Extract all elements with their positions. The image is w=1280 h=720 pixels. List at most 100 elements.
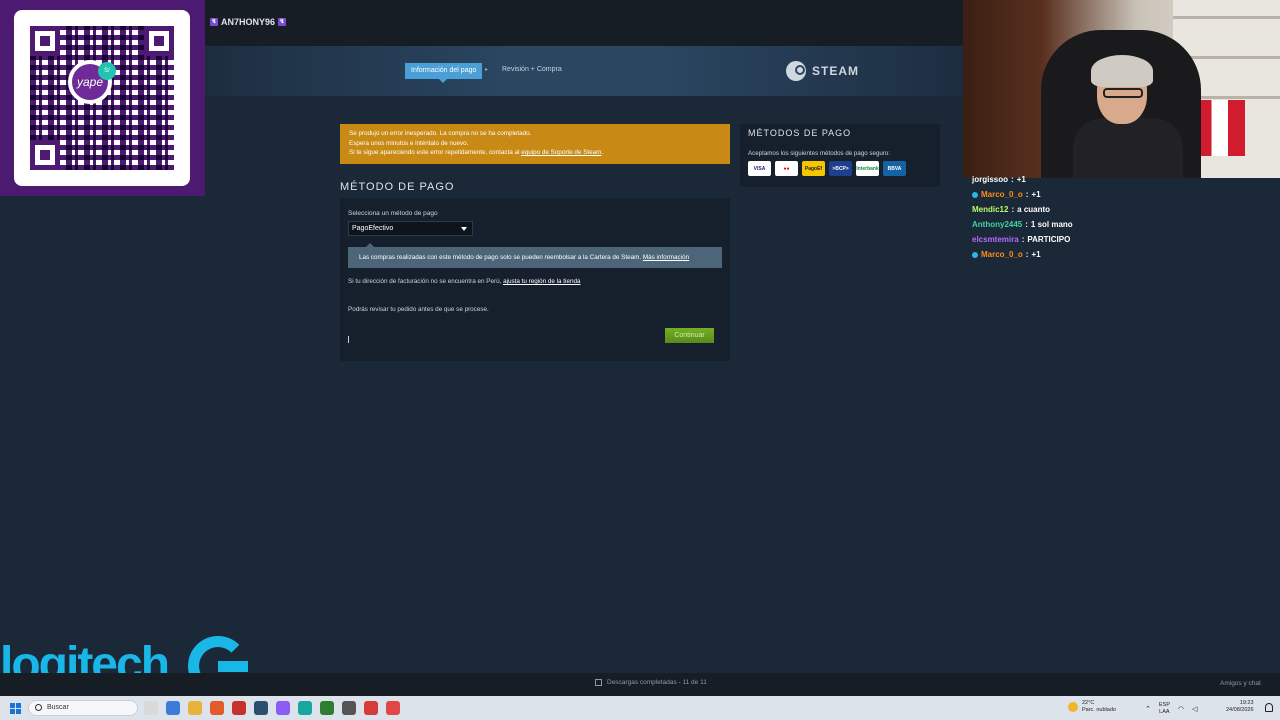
chat-username[interactable]: elcsmtemira — [972, 232, 1019, 247]
taskbar-app-icon[interactable] — [254, 701, 268, 715]
continue-button[interactable]: Continuar — [665, 328, 714, 343]
refund-info-text: Las compras realizadas con este método d… — [359, 254, 643, 261]
chat-separator: : — [1025, 220, 1028, 229]
payment-method-panel: Selecciona un método de pago PagoEfectiv… — [340, 198, 730, 361]
chat-separator: : — [1025, 190, 1029, 199]
chat-separator: : — [1011, 205, 1015, 214]
payment-methods-title: MÉTODOS DE PAGO — [748, 128, 852, 138]
webcam-feed — [963, 0, 1280, 178]
qr-corner-icon — [30, 140, 60, 170]
weather-desc: Parc. nublado — [1082, 707, 1116, 713]
streamer-hair — [1091, 55, 1153, 87]
chat-message: Anthony2445 : 1 sol mano — [972, 217, 1272, 232]
taskbar-app-icon[interactable] — [364, 701, 378, 715]
chat-text: PARTICIPO — [1027, 235, 1071, 244]
chat-username[interactable]: Mendic12 — [972, 202, 1008, 217]
taskbar-app-icon[interactable] — [320, 701, 334, 715]
error-line-3-end: . — [601, 149, 604, 156]
wifi-icon[interactable]: ◠ — [1178, 705, 1184, 713]
taskbar-app-icon[interactable] — [166, 701, 180, 715]
chat-text: 1 sol mano — [1030, 220, 1073, 229]
yape-qr-overlay: yape S/ — [0, 0, 205, 196]
weather-widget[interactable]: 22°C Parc. nublado — [1068, 700, 1116, 714]
error-line-1: Se produjo un error inesperado. La compr… — [349, 130, 532, 137]
system-tray: ⌃ ESP LAA ◠ ◁ — [1145, 702, 1197, 715]
chat-message: elcsmtemira : PARTICIPO — [972, 232, 1272, 247]
friends-chat-button[interactable]: Amigos y chat — [1220, 680, 1261, 687]
clock-date: 24/08/2026 — [1226, 707, 1254, 713]
qr-corner-icon — [144, 26, 174, 56]
chat-text: +1 — [1016, 175, 1026, 184]
stream-chat: jorgissoo : +1 Marco_0_o : +1 Mendic12 : a… — [972, 172, 1272, 262]
payment-card-logos: VISA ●● PagoEf >BCP> Interbank BBVA — [748, 161, 906, 176]
notification-bell-icon[interactable] — [1265, 703, 1273, 712]
chat-text: +1 — [1031, 250, 1041, 259]
downloads-text: Descargas completadas - 11 de 11 — [607, 679, 707, 686]
subscriber-badge-icon: ↯ — [278, 18, 287, 26]
taskbar-app-icon[interactable] — [210, 701, 224, 715]
payment-card-logo: ●● — [775, 161, 798, 176]
steam-wordmark: STEAM — [812, 64, 859, 78]
taskbar-app-icon[interactable] — [232, 701, 246, 715]
taskbar-app-icon[interactable] — [298, 701, 312, 715]
adjust-region-link[interactable]: ajusta tu región de la tienda — [503, 278, 580, 285]
chat-username[interactable]: Marco_0_o — [981, 247, 1023, 262]
streamer-shirt — [1073, 118, 1183, 178]
keyboard-layout: LAA — [1159, 708, 1170, 715]
partly-cloudy-icon — [1068, 702, 1078, 712]
chat-separator: : — [1021, 235, 1025, 244]
payment-select-label: Selecciona un método de pago — [348, 210, 438, 217]
chat-username[interactable]: Marco_0_o — [981, 187, 1023, 202]
peru-flag-icon — [1195, 100, 1245, 156]
taskbar-app-icon[interactable] — [144, 701, 158, 715]
yape-currency-badge: S/ — [98, 62, 116, 80]
taskbar-search-input[interactable]: Buscar — [28, 700, 138, 716]
taskbar-app-icon[interactable] — [188, 701, 202, 715]
chat-username[interactable]: jorgissoo — [972, 172, 1008, 187]
chat-username[interactable]: Anthony2445 — [972, 217, 1022, 232]
shelf-divider — [1173, 16, 1280, 19]
qr-corner-icon — [30, 26, 60, 56]
taskbar-clock[interactable]: 19:23 24/08/2026 — [1226, 700, 1254, 714]
chat-message: Mendic12 : a cuanto — [972, 202, 1272, 217]
payment-methods-panel: MÉTODOS DE PAGO Aceptamos los siguientes… — [740, 124, 940, 187]
taskbar-app-icon[interactable] — [386, 701, 400, 715]
error-line-3: Si te sigue apareciendo este error repet… — [349, 148, 721, 158]
region-notice: Si tu dirección de facturación no se enc… — [348, 278, 580, 285]
step-payment-info: Información del pago — [405, 63, 483, 83]
glasses-icon — [1103, 88, 1143, 98]
steam-logo-icon — [786, 61, 806, 81]
logitech-g-bar — [218, 661, 248, 672]
step-arrow-icon: ▸ — [485, 67, 489, 73]
volume-icon[interactable]: ◁ — [1192, 705, 1197, 713]
tray-chevron-icon[interactable]: ⌃ — [1145, 705, 1151, 713]
taskbar-app-icon[interactable] — [276, 701, 290, 715]
username-label[interactable]: ↯ AN7HONY96 ↯ — [210, 17, 287, 27]
search-icon — [35, 704, 42, 711]
payment-card-logo: >BCP> — [829, 161, 852, 176]
subscriber-badge-icon: ↯ — [210, 18, 218, 26]
chat-message: Marco_0_o : +1 — [972, 187, 1272, 202]
chat-message: jorgissoo : +1 — [972, 172, 1272, 187]
refund-info-notice: Las compras realizadas con este método d… — [348, 243, 722, 268]
review-notice: Podrás revisar tu pedido antes de que se… — [348, 306, 489, 313]
payment-methods-desc: Aceptamos los siguientes métodos de pago… — [748, 150, 891, 157]
steam-support-link[interactable]: equipo de Soporte de Steam — [521, 149, 601, 156]
language-indicator[interactable]: ESP LAA — [1159, 702, 1170, 715]
payment-card-logo: PagoEf — [802, 161, 825, 176]
text-cursor — [348, 336, 349, 343]
language-code: ESP — [1158, 702, 1170, 708]
username-text: AN7HONY96 — [221, 17, 276, 27]
payment-select-value: PagoEfectivo — [352, 225, 394, 232]
taskbar-app-icon[interactable] — [342, 701, 356, 715]
payment-method-select[interactable]: PagoEfectivo — [348, 221, 473, 236]
download-icon — [595, 679, 602, 686]
chat-separator: : — [1025, 250, 1029, 259]
chat-badge-icon — [972, 191, 978, 198]
more-info-link[interactable]: Más información — [643, 254, 689, 261]
windows-start-icon[interactable] — [10, 703, 21, 714]
downloads-status[interactable]: Descargas completadas - 11 de 11 — [595, 679, 707, 686]
chat-text: +1 — [1031, 190, 1041, 199]
steam-logo: STEAM — [786, 61, 859, 81]
payment-card-logo: BBVA — [883, 161, 906, 176]
